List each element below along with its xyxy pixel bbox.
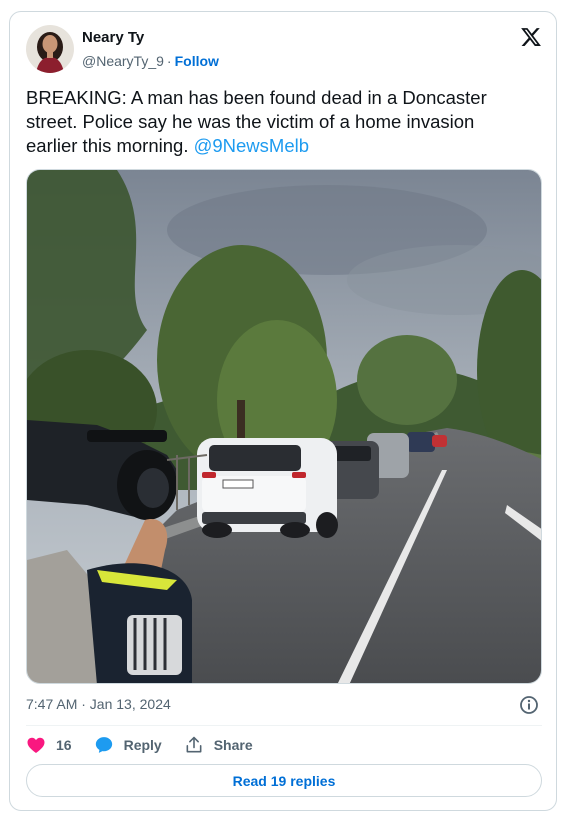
author-display-name[interactable]: Neary Ty [82, 29, 144, 46]
mention-link[interactable]: @9NewsMelb [194, 135, 309, 156]
share-icon [186, 736, 202, 753]
tweet-card: Neary Ty @NearyTy_9 · Follow BREAKING: A m… [9, 11, 557, 811]
follow-button[interactable]: Follow [175, 53, 219, 69]
info-icon[interactable] [519, 695, 539, 715]
share-button[interactable]: Share [184, 735, 253, 755]
x-logo-icon[interactable] [520, 26, 542, 48]
tweet-photo[interactable] [26, 169, 542, 684]
author-handle[interactable]: @NearyTy_9 [82, 53, 164, 69]
handle-separator: · [166, 53, 172, 69]
divider [26, 725, 542, 726]
author-avatar[interactable] [26, 25, 74, 73]
reply-label: Reply [123, 737, 162, 753]
read-replies-button[interactable]: Read 19 replies [26, 764, 542, 797]
share-label: Share [213, 737, 253, 753]
speech-bubble-icon [95, 737, 112, 753]
like-button[interactable]: 16 [26, 735, 72, 755]
reply-button[interactable]: Reply [94, 735, 162, 755]
tweet-text: BREAKING: A man has been found dead in a… [26, 86, 526, 158]
tweet-timestamp[interactable]: 7:47 AM · Jan 13, 2024 [26, 696, 171, 712]
heart-icon [27, 737, 45, 753]
like-count: 16 [56, 737, 72, 753]
action-bar: 16 Reply Share [26, 734, 275, 756]
author-handle-row: @NearyTy_9 · Follow [82, 53, 219, 69]
